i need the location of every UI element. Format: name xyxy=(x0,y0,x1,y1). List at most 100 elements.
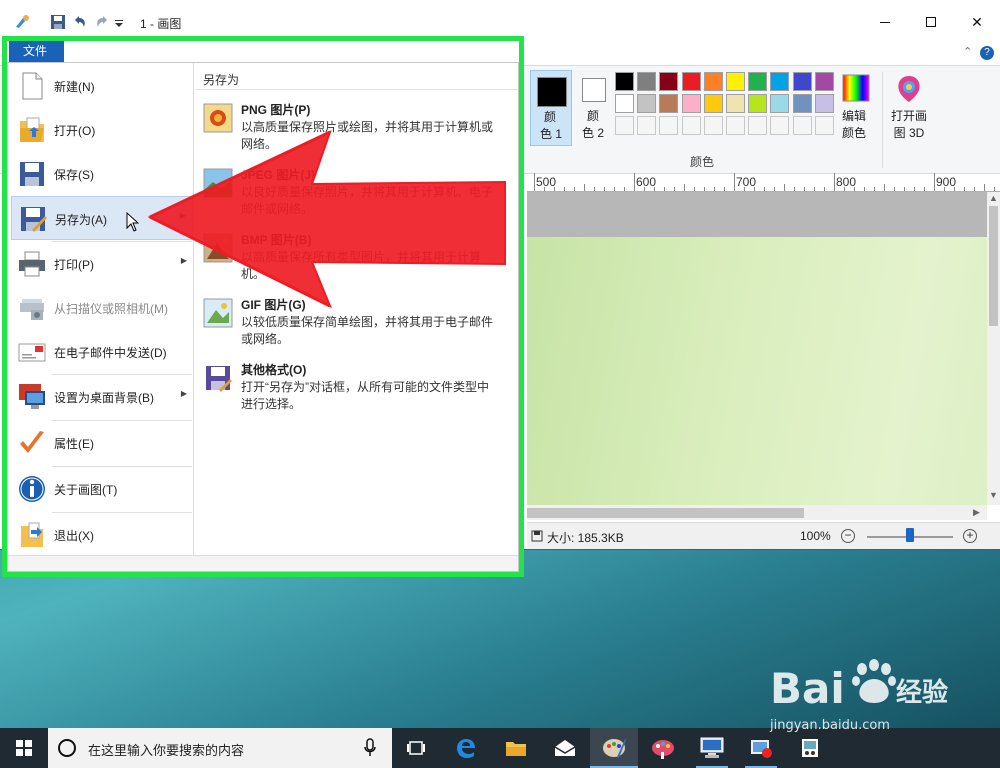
palette-color-swatch[interactable] xyxy=(792,72,812,91)
vertical-scroll-thumb[interactable] xyxy=(989,206,998,326)
close-icon: ✕ xyxy=(971,13,983,30)
palette-color-swatch[interactable] xyxy=(681,116,701,135)
ruler-minor-tick xyxy=(674,187,675,191)
horizontal-ruler: 500 600 700 800 900 xyxy=(527,173,1000,192)
ruler-minor-tick xyxy=(644,187,645,191)
taskbar-snipping-tool[interactable] xyxy=(786,728,834,768)
palette-color-swatch[interactable] xyxy=(748,116,768,135)
palette-color-swatch[interactable] xyxy=(703,94,723,113)
palette-color-swatch[interactable] xyxy=(615,94,634,113)
svg-text:经验: 经验 xyxy=(896,677,948,708)
ruler-minor-tick xyxy=(564,187,565,191)
ruler-minor-tick xyxy=(624,187,625,191)
palette-color-swatch[interactable] xyxy=(726,116,745,135)
collapse-ribbon-icon[interactable]: ⌃ xyxy=(963,45,972,58)
ruler-minor-tick xyxy=(914,187,915,191)
palette-color-swatch[interactable] xyxy=(748,94,768,113)
taskbar-paint-3d[interactable] xyxy=(639,728,687,768)
palette-color-swatch[interactable] xyxy=(637,116,657,135)
scroll-right-icon[interactable]: ▶ xyxy=(973,507,980,518)
task-view-button[interactable] xyxy=(392,728,440,768)
search-placeholder: 在这里输入你要搜索的内容 xyxy=(88,743,245,758)
close-button[interactable]: ✕ xyxy=(954,0,1000,44)
customize-toolbar-icon[interactable] xyxy=(114,14,124,30)
taskbar-edge[interactable] xyxy=(442,728,490,768)
palette-color-swatch[interactable] xyxy=(659,116,679,135)
palette-color-swatch[interactable] xyxy=(681,94,701,113)
ruler-major-tick xyxy=(734,173,735,191)
palette-color-swatch[interactable] xyxy=(814,116,834,135)
palette-color-swatch[interactable] xyxy=(637,72,657,91)
ruler-minor-tick xyxy=(584,184,585,191)
taskbar-search-box[interactable]: 在这里输入你要搜索的内容 xyxy=(48,728,392,768)
edit-colors-button[interactable]: 编辑 颜色 xyxy=(838,72,872,144)
paint-3d-icon xyxy=(898,76,920,102)
open-paint-3d-button[interactable]: 打开画 图 3D xyxy=(886,72,932,144)
palette-color-swatch[interactable] xyxy=(659,94,679,113)
scroll-down-icon[interactable]: ▼ xyxy=(989,490,998,500)
palette-color-swatch[interactable] xyxy=(814,72,834,91)
palette-color-swatch[interactable] xyxy=(814,94,834,113)
annotation-highlight-box xyxy=(2,36,524,577)
palette-color-swatch[interactable] xyxy=(770,116,790,135)
start-button[interactable] xyxy=(0,728,48,768)
ruler-minor-tick xyxy=(844,187,845,191)
maximize-button[interactable] xyxy=(908,0,954,44)
taskbar: 在这里输入你要搜索的内容 xyxy=(0,728,1000,768)
mail-icon xyxy=(554,740,576,756)
palette-color-swatch[interactable] xyxy=(770,94,790,113)
taskbar-mail[interactable] xyxy=(541,728,589,768)
ruler-minor-tick xyxy=(784,184,785,191)
palette-color-swatch[interactable] xyxy=(615,72,634,91)
palette-color-swatch[interactable] xyxy=(659,72,679,91)
palette-color-swatch[interactable] xyxy=(726,72,745,91)
ruler-minor-tick xyxy=(924,187,925,191)
folder-icon xyxy=(506,742,526,756)
taskbar-file-explorer[interactable] xyxy=(492,728,540,768)
canvas-image[interactable] xyxy=(527,237,987,505)
ruler-minor-tick xyxy=(694,187,695,191)
minimize-button[interactable] xyxy=(862,0,908,44)
palette-color-swatch[interactable] xyxy=(703,72,723,91)
ruler-minor-tick xyxy=(604,187,605,191)
redo-icon[interactable] xyxy=(94,14,110,30)
edge-icon xyxy=(457,739,475,758)
palette-color-swatch[interactable] xyxy=(681,72,701,91)
taskbar-screen-recorder[interactable] xyxy=(737,728,785,768)
taskbar-paint[interactable] xyxy=(590,728,638,768)
ruler-minor-tick xyxy=(874,187,875,191)
palette-icon xyxy=(652,740,674,759)
palette-color-swatch[interactable] xyxy=(615,116,634,135)
undo-icon[interactable] xyxy=(72,14,88,30)
ruler-minor-tick xyxy=(824,187,825,191)
ruler-minor-tick xyxy=(944,187,945,191)
file-size-text: 大小: 185.3KB xyxy=(547,531,624,545)
zoom-out-button[interactable]: − xyxy=(841,529,855,543)
file-size-icon xyxy=(531,530,543,542)
horizontal-scrollbar[interactable]: ▶ xyxy=(527,505,987,520)
palette-color-swatch[interactable] xyxy=(748,72,768,91)
palette-color-swatch[interactable] xyxy=(792,116,812,135)
color2-selector[interactable]: 颜 色 2 xyxy=(576,70,612,146)
horizontal-scroll-thumb[interactable] xyxy=(527,508,804,518)
window-title: 1 - 画图 xyxy=(140,17,182,31)
ruler-minor-tick xyxy=(724,187,725,191)
mouse-cursor-icon xyxy=(126,212,140,232)
zoom-slider-thumb[interactable] xyxy=(906,528,914,542)
taskbar-remote-desktop[interactable] xyxy=(688,728,736,768)
svg-text:Bai: Bai xyxy=(770,664,845,713)
help-icon[interactable]: ? xyxy=(980,46,994,60)
scroll-up-icon[interactable]: ▲ xyxy=(989,193,998,203)
microphone-icon[interactable] xyxy=(364,738,376,758)
palette-color-swatch[interactable] xyxy=(770,72,790,91)
vertical-scrollbar[interactable]: ▲ ▼ xyxy=(987,192,1000,505)
palette-color-swatch[interactable] xyxy=(726,94,745,113)
save-icon[interactable] xyxy=(50,14,66,30)
color1-selector[interactable]: 颜 色 1 xyxy=(530,70,572,146)
paint-app-icon xyxy=(16,15,29,28)
zoom-in-button[interactable]: + xyxy=(963,529,977,543)
ruler-minor-tick xyxy=(664,187,665,191)
palette-color-swatch[interactable] xyxy=(703,116,723,135)
palette-color-swatch[interactable] xyxy=(792,94,812,113)
palette-color-swatch[interactable] xyxy=(637,94,657,113)
